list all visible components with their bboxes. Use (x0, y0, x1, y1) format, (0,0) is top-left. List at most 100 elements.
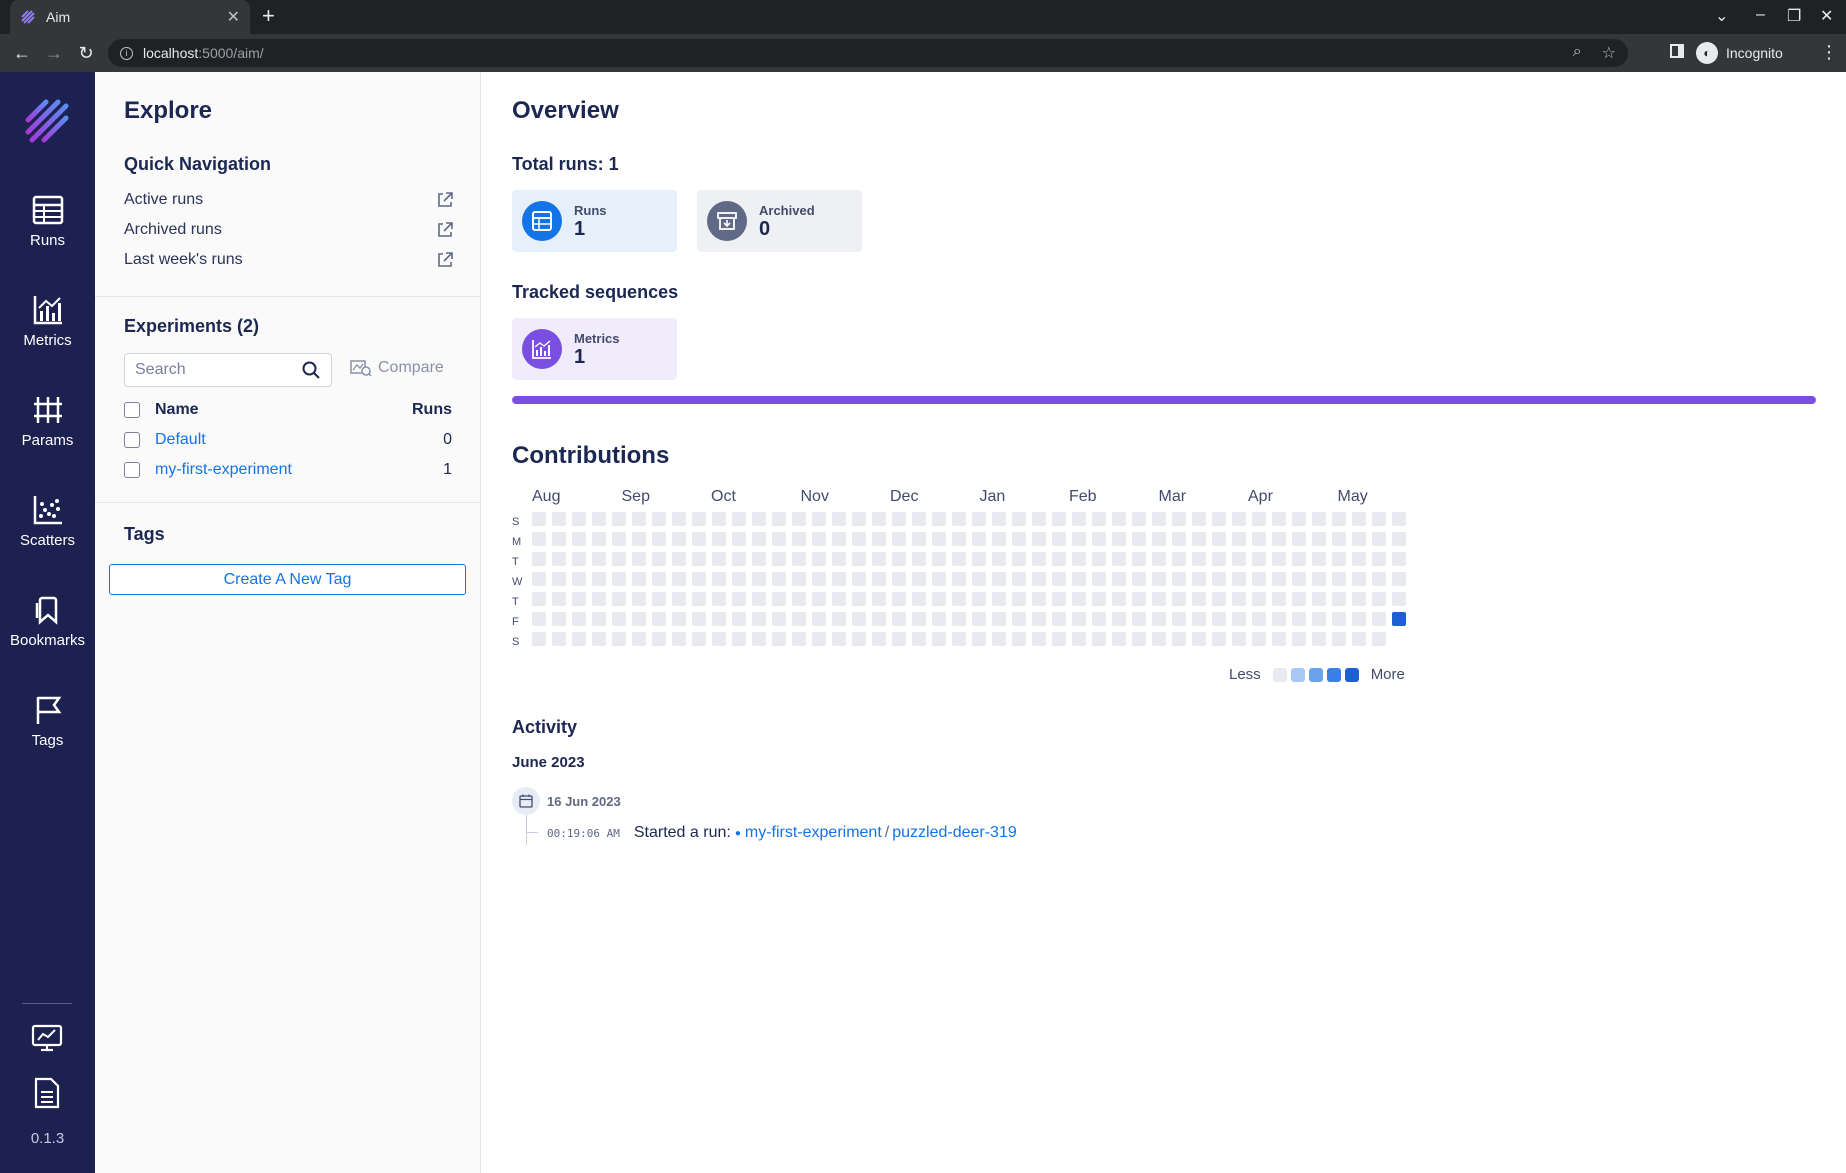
contribution-cell[interactable] (992, 512, 1006, 526)
contribution-cell[interactable] (1072, 572, 1086, 586)
contribution-cell[interactable] (1392, 592, 1406, 606)
contribution-cell[interactable] (792, 632, 806, 646)
url-input[interactable]: i localhost:5000/aim/ ⌕ ☆ (108, 39, 1628, 67)
contribution-cell[interactable] (1052, 592, 1066, 606)
document-icon[interactable] (33, 1077, 61, 1109)
contribution-cell[interactable] (552, 512, 566, 526)
experiment-checkbox[interactable] (124, 432, 140, 448)
browser-tab[interactable]: Aim ✕ (10, 0, 250, 34)
contribution-cell[interactable] (652, 592, 666, 606)
contribution-cell[interactable] (1352, 612, 1366, 626)
contribution-cell[interactable] (912, 632, 926, 646)
contribution-cell[interactable] (572, 532, 586, 546)
contribution-cell[interactable] (1312, 632, 1326, 646)
contribution-cell[interactable] (792, 532, 806, 546)
compare-button[interactable]: Compare (350, 359, 444, 377)
contribution-cell[interactable] (832, 512, 846, 526)
archived-card[interactable]: Archived 0 (697, 190, 862, 252)
contribution-cell[interactable] (1372, 532, 1386, 546)
contribution-cell[interactable] (1052, 632, 1066, 646)
contribution-cell[interactable] (572, 612, 586, 626)
contribution-cell[interactable] (1332, 632, 1346, 646)
contribution-cell[interactable] (1172, 592, 1186, 606)
contribution-cell[interactable] (532, 572, 546, 586)
contribution-cell[interactable] (872, 592, 886, 606)
contribution-cell[interactable] (852, 592, 866, 606)
contribution-cell[interactable] (1332, 512, 1346, 526)
contribution-cell[interactable] (732, 632, 746, 646)
contribution-cell[interactable] (1272, 532, 1286, 546)
contribution-cell[interactable] (912, 512, 926, 526)
contribution-cell[interactable] (1272, 572, 1286, 586)
contribution-cell[interactable] (632, 532, 646, 546)
contribution-cell[interactable] (872, 552, 886, 566)
contribution-cell[interactable] (752, 572, 766, 586)
aim-logo-icon[interactable] (24, 98, 70, 144)
contribution-cell[interactable] (672, 552, 686, 566)
contribution-cell[interactable] (1232, 512, 1246, 526)
forward-icon[interactable]: → (38, 43, 70, 64)
contribution-cell[interactable] (932, 592, 946, 606)
maximize-icon[interactable]: ❐ (1787, 6, 1801, 26)
contribution-cell[interactable] (652, 532, 666, 546)
contribution-cell[interactable] (1252, 512, 1266, 526)
nav-scatters[interactable]: Scatters (0, 494, 95, 549)
external-link-icon[interactable] (436, 251, 454, 269)
contribution-cell[interactable] (1112, 632, 1126, 646)
contribution-cell[interactable] (1212, 592, 1226, 606)
contribution-cell[interactable] (1312, 512, 1326, 526)
contribution-cell[interactable] (1072, 612, 1086, 626)
contribution-cell[interactable] (1372, 612, 1386, 626)
contribution-cell[interactable] (1032, 512, 1046, 526)
contribution-cell[interactable] (952, 592, 966, 606)
contribution-cell[interactable] (1372, 632, 1386, 646)
contribution-cell[interactable] (972, 552, 986, 566)
browser-menu-icon[interactable]: ⋮ (1820, 42, 1838, 63)
contribution-cell[interactable] (1392, 512, 1406, 526)
contribution-cell[interactable] (652, 512, 666, 526)
contribution-cell[interactable] (612, 512, 626, 526)
nav-metrics[interactable]: Metrics (0, 294, 95, 349)
contribution-cell[interactable] (1332, 532, 1346, 546)
contribution-cell[interactable] (752, 552, 766, 566)
contribution-cell[interactable] (1332, 552, 1346, 566)
contribution-cell[interactable] (532, 592, 546, 606)
contribution-cell[interactable] (1132, 532, 1146, 546)
experiments-search-field[interactable]: Search (124, 353, 332, 387)
bookmark-star-icon[interactable]: ☆ (1602, 43, 1616, 63)
contribution-cell[interactable] (712, 592, 726, 606)
contribution-cell[interactable] (812, 552, 826, 566)
contribution-cell[interactable] (1192, 552, 1206, 566)
experiment-link[interactable]: my-first-experiment (155, 461, 292, 479)
contribution-cell[interactable] (1192, 592, 1206, 606)
contribution-cell[interactable] (812, 632, 826, 646)
contribution-cell[interactable] (812, 532, 826, 546)
contribution-cell[interactable] (612, 592, 626, 606)
contribution-cell[interactable] (632, 612, 646, 626)
contribution-cell[interactable] (1012, 612, 1026, 626)
contribution-cell[interactable] (872, 572, 886, 586)
contribution-cell[interactable] (1352, 512, 1366, 526)
contribution-cell[interactable] (1172, 612, 1186, 626)
contribution-cell[interactable] (1092, 592, 1106, 606)
contribution-cell[interactable] (852, 512, 866, 526)
nav-bookmarks[interactable]: Bookmarks (0, 594, 95, 649)
contribution-cell[interactable] (912, 532, 926, 546)
contribution-cell[interactable] (1132, 632, 1146, 646)
experiment-link[interactable]: Default (155, 431, 206, 449)
contribution-cell[interactable] (972, 632, 986, 646)
contribution-cell[interactable] (1272, 632, 1286, 646)
contribution-cell[interactable] (652, 572, 666, 586)
contribution-cell[interactable] (1032, 592, 1046, 606)
contribution-cell[interactable] (712, 632, 726, 646)
contribution-cell[interactable] (932, 632, 946, 646)
external-link-icon[interactable] (436, 221, 454, 239)
contribution-cell[interactable] (992, 532, 1006, 546)
contribution-cell[interactable] (892, 592, 906, 606)
contribution-cell[interactable] (1392, 572, 1406, 586)
contribution-cell[interactable] (1312, 592, 1326, 606)
contribution-cell[interactable] (672, 532, 686, 546)
contribution-cell[interactable] (1012, 572, 1026, 586)
contribution-cell[interactable] (552, 612, 566, 626)
contribution-cell[interactable] (552, 632, 566, 646)
